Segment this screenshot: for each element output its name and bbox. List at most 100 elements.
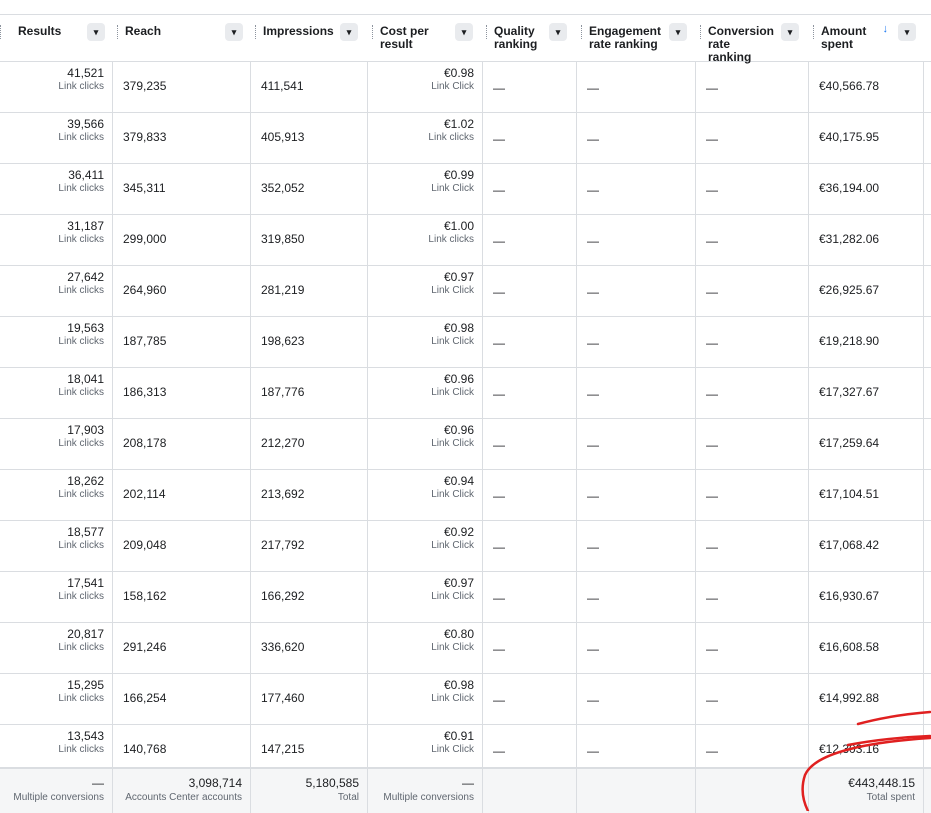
- cost-metric-label: Link Click: [431, 285, 474, 296]
- results-value: 13,543: [67, 729, 104, 743]
- results-metric-label: Link clicks: [58, 336, 104, 347]
- table-totals-row: — Multiple conversions 3,098,714 Accounts …: [0, 767, 931, 813]
- engagement-ranking-cell: —: [577, 469, 696, 520]
- column-header-amount-spent[interactable]: Amount spent ↓ ▾: [813, 15, 924, 61]
- column-header-impressions[interactable]: Impressions ▾: [255, 15, 366, 61]
- column-menu-chevron-icon[interactable]: ▾: [669, 23, 687, 41]
- quality-ranking-cell: —: [483, 163, 577, 214]
- column-header-cost-per-result[interactable]: Cost per result ▾: [372, 15, 481, 61]
- column-menu-chevron-icon[interactable]: ▾: [898, 23, 916, 41]
- table-row[interactable]: 15,295 Link clicks 166,254 177,460 €0.98 L…: [0, 673, 931, 725]
- amount-spent-cell: €31,282.06: [809, 214, 924, 265]
- table-row[interactable]: 39,566 Link clicks 379,833 405,913 €1.02 L…: [0, 112, 931, 164]
- engagement-ranking-cell: —: [577, 112, 696, 163]
- total-cost-cell: — Multiple conversions: [368, 769, 483, 813]
- column-resize-handle[interactable]: [581, 25, 582, 39]
- engagement-ranking-cell: —: [577, 214, 696, 265]
- cost-per-result-cell: €0.98 Link Click: [368, 61, 483, 112]
- results-cell: 41,521 Link clicks: [0, 61, 113, 112]
- column-menu-chevron-icon[interactable]: ▾: [87, 23, 105, 41]
- column-header-results[interactable]: Results ▾: [0, 15, 113, 61]
- cost-per-result-cell: €0.96 Link Click: [368, 418, 483, 469]
- impressions-cell: 411,541: [251, 61, 368, 112]
- column-resize-handle[interactable]: [813, 25, 814, 39]
- column-resize-handle[interactable]: [372, 25, 373, 39]
- table-row[interactable]: 19,563 Link clicks 187,785 198,623 €0.98 L…: [0, 316, 931, 368]
- cost-per-result-cell: €0.98 Link Click: [368, 673, 483, 724]
- column-menu-chevron-icon[interactable]: ▾: [781, 23, 799, 41]
- total-cost-value: —: [462, 776, 474, 790]
- cost-per-result-cell: €0.98 Link Click: [368, 316, 483, 367]
- column-header-reach[interactable]: Reach ▾: [117, 15, 251, 61]
- table-row[interactable]: 18,262 Link clicks 202,114 213,692 €0.94 L…: [0, 469, 931, 521]
- table-row[interactable]: 17,903 Link clicks 208,178 212,270 €0.96 L…: [0, 418, 931, 470]
- column-menu-chevron-icon[interactable]: ▾: [340, 23, 358, 41]
- amount-spent-cell: €17,068.42: [809, 520, 924, 571]
- results-value: 17,903: [67, 423, 104, 437]
- cost-value: €0.96: [443, 423, 474, 437]
- column-resize-handle[interactable]: [0, 25, 1, 39]
- conversion-ranking-cell: —: [696, 418, 809, 469]
- reach-cell: 187,785: [113, 316, 251, 367]
- cost-per-result-cell: €0.97 Link Click: [368, 265, 483, 316]
- cost-per-result-cell: €1.00 Link clicks: [368, 214, 483, 265]
- total-conversion-cell: [696, 769, 809, 813]
- engagement-ranking-cell: —: [577, 520, 696, 571]
- cost-per-result-cell: €0.97 Link Click: [368, 571, 483, 622]
- amount-spent-cell: €17,327.67: [809, 367, 924, 418]
- engagement-ranking-cell: —: [577, 418, 696, 469]
- table-row[interactable]: 17,541 Link clicks 158,162 166,292 €0.97 L…: [0, 571, 931, 623]
- results-metric-label: Link clicks: [58, 285, 104, 296]
- impressions-cell: 281,219: [251, 265, 368, 316]
- total-reach-label: Accounts Center accounts: [125, 792, 242, 803]
- cost-metric-label: Link clicks: [428, 234, 474, 245]
- column-header-engagement-rate-ranking[interactable]: Engagement rate ranking ▾: [581, 15, 695, 61]
- results-metric-label: Link clicks: [58, 438, 104, 449]
- results-cell: 39,566 Link clicks: [0, 112, 113, 163]
- sort-descending-icon[interactable]: ↓: [883, 23, 889, 36]
- column-menu-chevron-icon[interactable]: ▾: [549, 23, 567, 41]
- conversion-ranking-cell: —: [696, 265, 809, 316]
- cost-per-result-cell: €0.92 Link Click: [368, 520, 483, 571]
- engagement-ranking-cell: —: [577, 673, 696, 724]
- cost-metric-label: Link Click: [431, 336, 474, 347]
- amount-spent-cell: €26,925.67: [809, 265, 924, 316]
- table-row[interactable]: 18,041 Link clicks 186,313 187,776 €0.96 L…: [0, 367, 931, 419]
- column-menu-chevron-icon[interactable]: ▾: [455, 23, 473, 41]
- top-spacer: [0, 0, 931, 14]
- total-amount-cell: €443,448.15 Total spent: [809, 769, 924, 813]
- results-metric-label: Link clicks: [58, 642, 104, 653]
- table-row[interactable]: 31,187 Link clicks 299,000 319,850 €1.00 L…: [0, 214, 931, 266]
- results-cell: 20,817 Link clicks: [0, 622, 113, 673]
- column-resize-handle[interactable]: [700, 25, 701, 39]
- total-impressions-label: Total: [337, 792, 359, 803]
- cost-per-result-cell: €0.80 Link Click: [368, 622, 483, 673]
- engagement-ranking-cell: —: [577, 622, 696, 673]
- cost-value: €0.98: [443, 678, 474, 692]
- reach-cell: 158,162: [113, 571, 251, 622]
- impressions-cell: 166,292: [251, 571, 368, 622]
- column-menu-chevron-icon[interactable]: ▾: [225, 23, 243, 41]
- cost-metric-label: Link Click: [431, 591, 474, 602]
- results-value: 27,642: [67, 270, 104, 284]
- column-resize-handle[interactable]: [486, 25, 487, 39]
- engagement-ranking-cell: —: [577, 265, 696, 316]
- results-cell: 27,642 Link clicks: [0, 265, 113, 316]
- column-resize-handle[interactable]: [255, 25, 256, 39]
- table-row[interactable]: 27,642 Link clicks 264,960 281,219 €0.97 L…: [0, 265, 931, 317]
- results-value: 31,187: [67, 219, 104, 233]
- total-impressions-cell: 5,180,585 Total: [251, 769, 368, 813]
- conversion-ranking-cell: —: [696, 571, 809, 622]
- column-resize-handle[interactable]: [117, 25, 118, 39]
- table-row[interactable]: 41,521 Link clicks 379,235 411,541 €0.98 L…: [0, 61, 931, 113]
- column-header-conversion-rate-ranking[interactable]: Conversion rate ranking ▾: [700, 15, 807, 64]
- cost-value: €0.98: [443, 66, 474, 80]
- table-row[interactable]: 18,577 Link clicks 209,048 217,792 €0.92 L…: [0, 520, 931, 572]
- reach-cell: 209,048: [113, 520, 251, 571]
- table-row[interactable]: 36,411 Link clicks 345,311 352,052 €0.99 L…: [0, 163, 931, 215]
- quality-ranking-cell: —: [483, 214, 577, 265]
- table-row[interactable]: 20,817 Link clicks 291,246 336,620 €0.80 L…: [0, 622, 931, 674]
- column-header-quality-ranking[interactable]: Quality ranking ▾: [486, 15, 575, 61]
- results-metric-label: Link clicks: [58, 591, 104, 602]
- reach-cell: 345,311: [113, 163, 251, 214]
